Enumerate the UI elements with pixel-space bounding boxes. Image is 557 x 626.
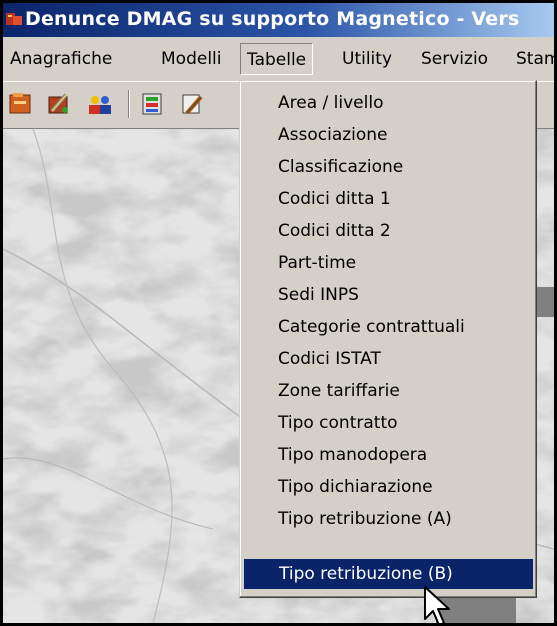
menu-item-categorie-contrattuali[interactable]: Categorie contrattuali [243, 312, 533, 342]
mouse-cursor-icon [424, 586, 450, 623]
menu-bar: Anagrafiche Modelli Tabelle Utility Serv… [3, 37, 554, 82]
menu-item-associazione[interactable]: Associazione [243, 120, 533, 150]
tabelle-dropdown-menu: Area / livello Associazione Classificazi… [239, 80, 537, 598]
folder-icon[interactable] [6, 89, 36, 119]
application-window: Denunce DMAG su supporto Magnetico - Ver… [3, 3, 554, 623]
menu-item-tipo-retribuzione-b[interactable]: Tipo retribuzione (B) [244, 559, 533, 589]
edit-icon[interactable] [177, 89, 207, 119]
title-bar[interactable]: Denunce DMAG su supporto Magnetico - Ver… [3, 3, 554, 37]
menu-item-tipo-contratto[interactable]: Tipo contratto [243, 408, 533, 438]
toolbar-separator [128, 90, 130, 118]
menu-item-tipo-dichiarazione[interactable]: Tipo dichiarazione [243, 472, 533, 502]
app-icon [6, 13, 22, 25]
database-icon[interactable] [138, 89, 168, 119]
window-title: Denunce DMAG su supporto Magnetico - Ver… [25, 8, 520, 30]
menu-item-sedi-inps[interactable]: Sedi INPS [243, 280, 533, 310]
menu-item-codici-ditta-2[interactable]: Codici ditta 2 [243, 216, 533, 246]
menu-item-area-livello[interactable]: Area / livello [243, 88, 533, 118]
menu-item-tipo-manodopera[interactable]: Tipo manodopera [243, 440, 533, 470]
menu-utility[interactable]: Utility [335, 43, 399, 75]
menu-item-part-time[interactable]: Part-time [243, 248, 533, 278]
menu-modelli[interactable]: Modelli [154, 43, 229, 75]
tools-icon[interactable] [44, 89, 74, 119]
menu-item-classificazione[interactable]: Classificazione [243, 152, 533, 182]
menu-tabelle[interactable]: Tabelle [240, 43, 314, 75]
menu-servizio[interactable]: Servizio [414, 43, 495, 75]
users-icon[interactable] [85, 89, 115, 119]
menu-stampe[interactable]: Stam [509, 43, 554, 75]
menu-item-zone-tariffarie[interactable]: Zone tariffarie [243, 376, 533, 406]
menu-item-tipo-retribuzione-a[interactable]: Tipo retribuzione (A) [243, 504, 533, 534]
background-window-edge [537, 287, 554, 317]
menu-item-codici-ditta-1[interactable]: Codici ditta 1 [243, 184, 533, 214]
menu-anagrafiche[interactable]: Anagrafiche [3, 43, 119, 75]
menu-item-codici-istat[interactable]: Codici ISTAT [243, 344, 533, 374]
